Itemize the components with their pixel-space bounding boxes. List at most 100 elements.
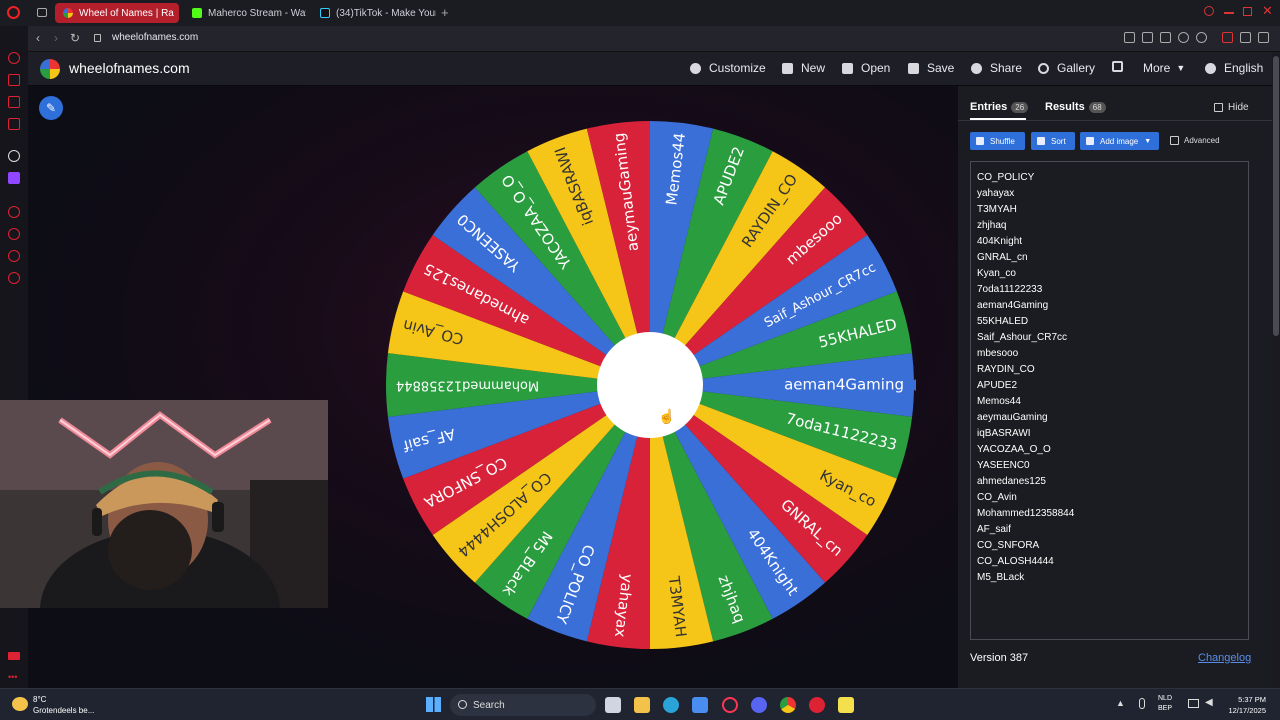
entry-line[interactable]: ahmedanes125 bbox=[977, 474, 1242, 490]
more-button[interactable]: More ▼ bbox=[1143, 61, 1185, 75]
sidebar-ai-icon[interactable] bbox=[8, 150, 20, 162]
entry-line[interactable]: YACOZAA_O_O bbox=[977, 442, 1242, 458]
entry-line[interactable]: aeymauGaming bbox=[977, 410, 1242, 426]
entry-line[interactable]: RAYDIN_CO bbox=[977, 362, 1242, 378]
tray-chevron-icon[interactable]: ▲ bbox=[1116, 698, 1125, 708]
close-window-icon[interactable]: ✕ bbox=[1262, 3, 1273, 19]
share-button[interactable]: Share bbox=[971, 61, 1022, 75]
sidebar-more-icon[interactable]: ••• bbox=[8, 672, 17, 682]
store-icon[interactable] bbox=[692, 697, 708, 713]
task-view-icon[interactable] bbox=[605, 697, 621, 713]
entry-line[interactable]: AF_saif bbox=[977, 522, 1242, 538]
windows-start-icon[interactable] bbox=[426, 697, 441, 712]
chrome-icon[interactable] bbox=[780, 697, 796, 713]
scrollbar-thumb[interactable] bbox=[1273, 56, 1279, 336]
tab-maherco-stream[interactable]: Maherco Stream - Watch bbox=[184, 3, 306, 23]
entry-line[interactable]: Kyan_co bbox=[977, 266, 1242, 282]
tab-tiktok[interactable]: (34)TikTok - Make Your D bbox=[312, 3, 436, 23]
tab-results[interactable]: Results 68 bbox=[1045, 101, 1106, 113]
customize-button[interactable]: Customize bbox=[690, 61, 766, 75]
edge-icon[interactable] bbox=[663, 697, 679, 713]
entry-line[interactable]: M5_BLack bbox=[977, 570, 1242, 586]
network-icon[interactable] bbox=[1188, 699, 1199, 708]
forward-icon[interactable]: › bbox=[54, 31, 58, 45]
entry-line[interactable]: Mohammed12358844 bbox=[977, 506, 1242, 522]
file-explorer-icon[interactable] bbox=[634, 697, 650, 713]
sort-button[interactable]: Sort bbox=[1031, 132, 1075, 150]
tab-entries[interactable]: Entries 26 bbox=[970, 101, 1029, 113]
site-logo-icon[interactable] bbox=[40, 59, 60, 79]
fullscreen-button[interactable] bbox=[1112, 61, 1123, 72]
entry-line[interactable]: aeman4Gaming bbox=[977, 298, 1242, 314]
advanced-checkbox[interactable]: Advanced bbox=[1170, 136, 1220, 146]
hide-checkbox[interactable]: Hide bbox=[1214, 102, 1249, 113]
entry-line[interactable]: Memos44 bbox=[977, 394, 1242, 410]
weather-widget[interactable]: 8°C Grotendeels be... bbox=[33, 694, 94, 716]
entry-line[interactable]: yahayax bbox=[977, 186, 1242, 202]
opera-logo-icon[interactable] bbox=[7, 6, 20, 19]
sidebar-mail-icon[interactable] bbox=[8, 96, 20, 108]
search-tabs-icon[interactable] bbox=[1204, 6, 1214, 16]
entry-line[interactable]: Saif_Ashour_CR7cc bbox=[977, 330, 1242, 346]
url-field[interactable]: wheelofnames.com bbox=[112, 32, 198, 43]
sidebar-pin-icon[interactable] bbox=[8, 250, 20, 262]
snapshot-icon[interactable] bbox=[1142, 32, 1153, 43]
opera-gx-icon[interactable] bbox=[722, 697, 738, 713]
entry-line[interactable]: CO_SNFORA bbox=[977, 538, 1242, 554]
entries-textarea[interactable]: CO_POLICY yahayax T3MYAH zhjhaq 404Knight GNR… bbox=[970, 161, 1249, 640]
site-title[interactable]: wheelofnames.com bbox=[69, 60, 190, 76]
save-button[interactable]: Save bbox=[908, 61, 954, 75]
entry-line[interactable]: 404Knight bbox=[977, 234, 1242, 250]
add-image-button[interactable]: Add image ▼ bbox=[1080, 132, 1159, 150]
entry-line[interactable]: zhjhaq bbox=[977, 218, 1242, 234]
tab-switcher-icon[interactable] bbox=[37, 8, 47, 17]
download-icon[interactable] bbox=[1240, 32, 1251, 43]
language-indicator[interactable]: NLD BEP bbox=[1158, 694, 1172, 714]
sidebar-history-icon[interactable] bbox=[8, 228, 20, 240]
sidebar-speeddial-icon[interactable] bbox=[8, 52, 20, 64]
entry-line[interactable]: CO_POLICY bbox=[977, 170, 1242, 186]
discord-icon[interactable] bbox=[751, 697, 767, 713]
vpn-icon[interactable] bbox=[1160, 32, 1171, 43]
minimize-icon[interactable] bbox=[1224, 12, 1234, 14]
sidebar-player-icon[interactable] bbox=[8, 206, 20, 218]
sidebar-settings-icon[interactable] bbox=[8, 272, 20, 284]
maximize-icon[interactable] bbox=[1243, 7, 1252, 16]
entry-line[interactable]: CO_Avin bbox=[977, 490, 1242, 506]
player-icon[interactable] bbox=[1178, 32, 1189, 43]
reload-icon[interactable]: ↻ bbox=[70, 31, 80, 45]
sidebar-gx-icon[interactable] bbox=[8, 652, 20, 660]
clock[interactable]: 5:37 PM 12/17/2025 bbox=[1224, 694, 1266, 716]
entry-line[interactable]: iqBASRAWI bbox=[977, 426, 1242, 442]
app-icon[interactable] bbox=[809, 697, 825, 713]
entry-line[interactable]: GNRAL_cn bbox=[977, 250, 1242, 266]
tab-wheel-of-names[interactable]: Wheel of Names | Ra bbox=[55, 3, 179, 23]
volume-icon[interactable]: ◀ bbox=[1205, 697, 1213, 708]
new-button[interactable]: New bbox=[782, 61, 825, 75]
entry-line[interactable]: CO_ALOSH4444 bbox=[977, 554, 1242, 570]
menu-icon[interactable] bbox=[1258, 32, 1269, 43]
microphone-icon[interactable] bbox=[1139, 698, 1145, 709]
sidebar-twitch-icon[interactable] bbox=[8, 172, 20, 184]
entry-line[interactable]: 55KHALED bbox=[977, 314, 1242, 330]
bookmark-icon[interactable] bbox=[1124, 32, 1135, 43]
taskbar-search[interactable]: Search bbox=[450, 694, 596, 716]
edit-pencil-button[interactable]: ✎ bbox=[39, 96, 63, 120]
back-icon[interactable]: ‹ bbox=[36, 31, 40, 45]
sidebar-bag-icon[interactable] bbox=[8, 74, 20, 86]
wheel-center-hub[interactable] bbox=[597, 332, 703, 438]
entry-line[interactable]: 7oda11122233 bbox=[977, 282, 1242, 298]
entry-line[interactable]: T3MYAH bbox=[977, 202, 1242, 218]
gallery-button[interactable]: Gallery bbox=[1038, 61, 1095, 75]
wheel-of-names[interactable]: aeman4Gaming7oda11122233Kyan_coGNRAL_cn4… bbox=[384, 119, 916, 651]
open-button[interactable]: Open bbox=[842, 61, 890, 75]
profile-icon[interactable] bbox=[1222, 32, 1233, 43]
language-button[interactable]: English bbox=[1205, 61, 1263, 75]
pinned-app-icon[interactable] bbox=[838, 697, 854, 713]
entry-line[interactable]: YASEENC0 bbox=[977, 458, 1242, 474]
sidebar-m-icon[interactable] bbox=[8, 118, 20, 130]
heart-icon[interactable] bbox=[1196, 32, 1207, 43]
changelog-link[interactable]: Changelog bbox=[1198, 652, 1251, 664]
entry-line[interactable]: APUDE2 bbox=[977, 378, 1242, 394]
new-tab-plus-icon[interactable]: + bbox=[441, 5, 449, 20]
